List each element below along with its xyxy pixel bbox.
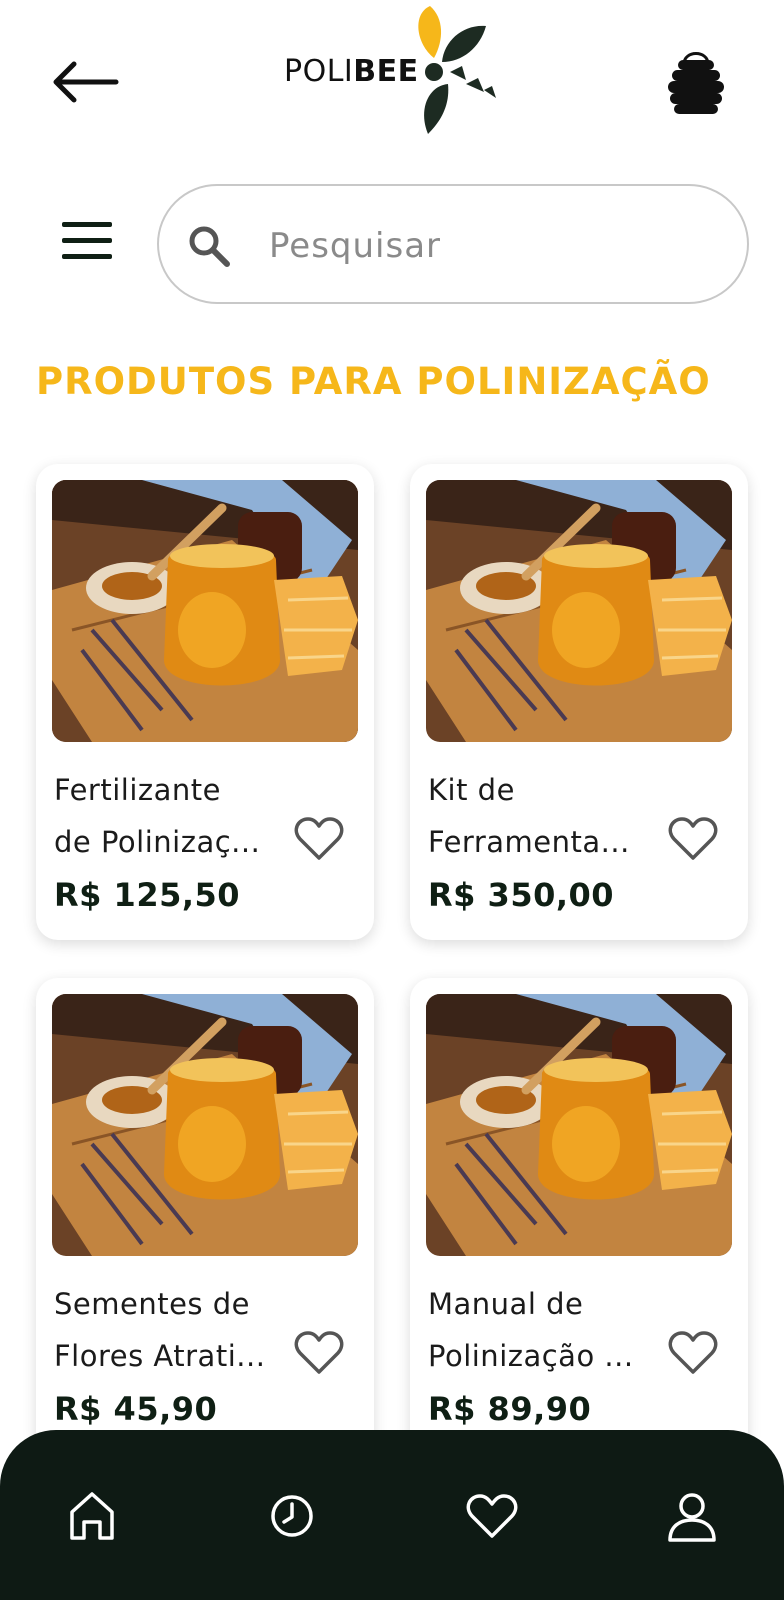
nav-history[interactable] bbox=[262, 1488, 322, 1544]
polibee-logo: POLIBEE bbox=[284, 0, 514, 140]
section-title: PRODUTOS PARA POLINIZAÇÃO bbox=[36, 360, 711, 403]
product-name: Kit de Ferramenta... bbox=[428, 773, 630, 859]
bottom-nav bbox=[0, 1430, 784, 1600]
user-icon bbox=[668, 1493, 716, 1542]
product-card[interactable]: Manual de Polinização ... R$ 89,90 bbox=[410, 978, 748, 1454]
favorite-button[interactable] bbox=[668, 816, 718, 862]
logo-text: POLIBEE bbox=[284, 54, 419, 89]
header: POLIBEE bbox=[0, 0, 784, 160]
product-image bbox=[426, 480, 732, 742]
product-card[interactable]: Fertilizante de Polinizaç... R$ 125,50 bbox=[36, 464, 374, 940]
nav-profile[interactable] bbox=[662, 1488, 722, 1544]
product-price: R$ 89,90 bbox=[428, 1390, 592, 1428]
back-button[interactable] bbox=[50, 56, 122, 108]
nav-favorites[interactable] bbox=[462, 1488, 522, 1544]
product-price: R$ 125,50 bbox=[54, 876, 241, 914]
product-name: Fertilizante de Polinizaç... bbox=[54, 773, 261, 859]
product-price: R$ 45,90 bbox=[54, 1390, 218, 1428]
arrow-left-icon bbox=[53, 61, 119, 103]
product-card[interactable]: Sementes de Flores Atrati... R$ 45,90 bbox=[36, 978, 374, 1454]
product-image bbox=[52, 994, 358, 1256]
clock-icon bbox=[271, 1495, 313, 1537]
home-icon bbox=[70, 1492, 114, 1540]
favorite-button[interactable] bbox=[668, 1330, 718, 1376]
product-price: R$ 350,00 bbox=[428, 876, 615, 914]
bee-leaves-icon bbox=[418, 6, 496, 134]
favorite-button[interactable] bbox=[294, 1330, 344, 1376]
heart-outline-icon bbox=[294, 817, 344, 860]
hamburger-menu-icon bbox=[62, 222, 112, 259]
cart-button[interactable] bbox=[664, 46, 728, 118]
product-image bbox=[426, 994, 732, 1256]
search-input[interactable] bbox=[269, 216, 709, 276]
heart-outline-icon bbox=[294, 1331, 344, 1374]
beehive-bag-icon bbox=[668, 52, 724, 114]
search-bar[interactable] bbox=[157, 184, 749, 304]
menu-button[interactable] bbox=[58, 218, 116, 264]
product-name: Manual de Polinização ... bbox=[428, 1287, 634, 1373]
product-image bbox=[52, 480, 358, 742]
search-icon bbox=[189, 226, 230, 267]
favorite-button[interactable] bbox=[294, 816, 344, 862]
heart-icon bbox=[466, 1494, 518, 1538]
heart-outline-icon bbox=[668, 817, 718, 860]
nav-home[interactable] bbox=[62, 1488, 122, 1544]
product-card[interactable]: Kit de Ferramenta... R$ 350,00 bbox=[410, 464, 748, 940]
product-name: Sementes de Flores Atrati... bbox=[54, 1287, 266, 1373]
heart-outline-icon bbox=[668, 1331, 718, 1374]
